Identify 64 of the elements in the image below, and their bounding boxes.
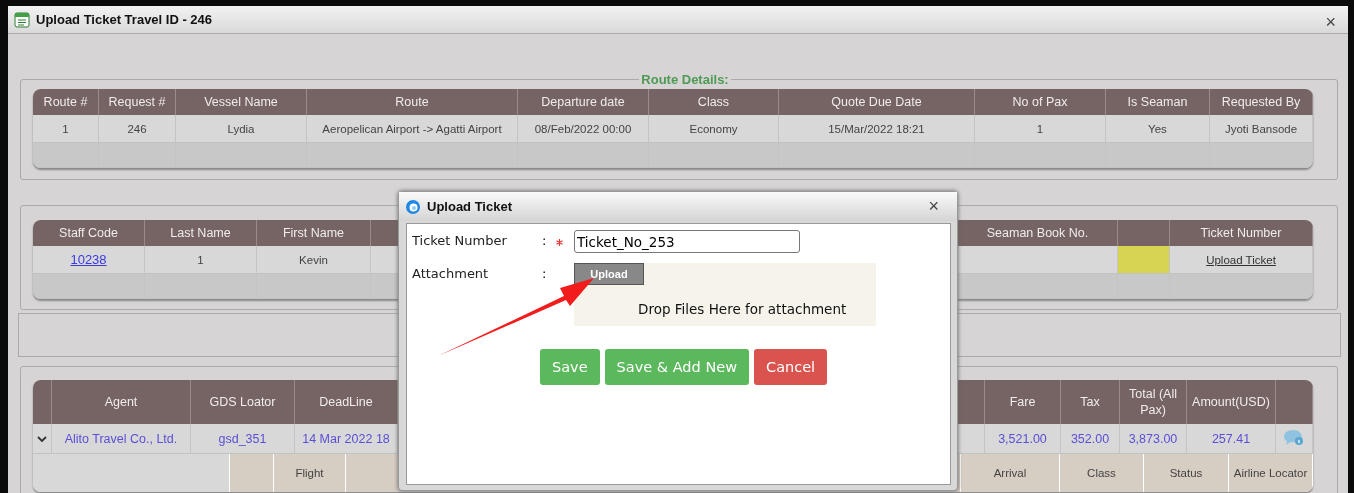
upload-button[interactable]: Upload bbox=[574, 263, 644, 285]
column-header: Vessel Name bbox=[176, 89, 307, 115]
column-header: Request # bbox=[99, 89, 176, 115]
staff-code-link[interactable]: 10238 bbox=[70, 252, 107, 267]
drop-hint: Drop Files Here for attachment bbox=[638, 301, 847, 317]
column-header: Ticket Number bbox=[1170, 220, 1313, 246]
column-header: Departure date bbox=[518, 89, 649, 115]
table-cell: Jyoti Bansode bbox=[1210, 115, 1313, 143]
close-button[interactable]: × bbox=[1319, 12, 1342, 33]
column-header: Fare bbox=[985, 380, 1061, 424]
column-header: Airline Locator bbox=[1229, 454, 1313, 492]
column-header: Tax bbox=[1061, 380, 1120, 424]
table-cell: Kevin bbox=[257, 246, 371, 274]
table-cell: Aeropelican Airport -> Agatti Airport bbox=[307, 115, 518, 143]
column-header: Staff Code bbox=[33, 220, 145, 246]
column-header: Route # bbox=[33, 89, 99, 115]
table-cell: gsd_351 bbox=[191, 424, 295, 454]
table-cell: 15/Mar/2022 18:21 bbox=[779, 115, 975, 143]
window-title: Upload Ticket Travel ID - 246 bbox=[36, 12, 214, 27]
table-cell: Yes bbox=[1106, 115, 1210, 143]
column-header: Route bbox=[307, 89, 518, 115]
column-header: No of Pax bbox=[975, 89, 1106, 115]
column-header: Total (All Pax) bbox=[1120, 380, 1187, 424]
column-header: Is Seaman bbox=[1106, 89, 1210, 115]
table-cell: 3,521.00 bbox=[985, 424, 1061, 454]
colon-text: : bbox=[542, 265, 548, 281]
cancel-button[interactable]: Cancel bbox=[754, 349, 828, 385]
column-header: Status bbox=[1144, 454, 1229, 492]
section-legend: Route Details: bbox=[639, 72, 731, 87]
table-cell: 08/Feb/2022 00:00 bbox=[518, 115, 649, 143]
column-header: Requested By bbox=[1210, 89, 1313, 115]
column-header: Flight bbox=[274, 454, 346, 492]
colon-text: : bbox=[542, 232, 548, 248]
column-header: DeadLine bbox=[295, 380, 398, 424]
table-cell: Alito Travel Co., Ltd. bbox=[52, 424, 191, 454]
table-cell: 1 bbox=[145, 246, 257, 274]
chevron-icon[interactable] bbox=[37, 434, 47, 443]
column-header: Quote Due Date bbox=[779, 89, 975, 115]
column-header: GDS Loator bbox=[191, 380, 295, 424]
table-cell: Economy bbox=[649, 115, 779, 143]
dialog-title: Upload Ticket bbox=[427, 199, 513, 214]
table-cell: 1 bbox=[975, 115, 1106, 143]
table-cell: 14 Mar 2022 18 bbox=[295, 424, 398, 454]
column-header: Amount(USD) bbox=[1187, 380, 1276, 424]
column-header: Class bbox=[1060, 454, 1144, 492]
table-cell: 246 bbox=[99, 115, 176, 143]
column-header: Arrival bbox=[961, 454, 1060, 492]
swirl-icon bbox=[405, 198, 421, 215]
table-cell: 1 bbox=[33, 115, 99, 143]
field-label: Ticket Number bbox=[412, 232, 508, 248]
close-button[interactable]: × bbox=[916, 196, 951, 217]
column-header: Last Name bbox=[145, 220, 257, 246]
field-label: Attachment bbox=[412, 265, 490, 281]
table-cell: 352.00 bbox=[1061, 424, 1120, 454]
column-header: Class bbox=[649, 89, 779, 115]
table-cell: 3,873.00 bbox=[1120, 424, 1187, 454]
table-cell: Lydia bbox=[176, 115, 307, 143]
column-header: Seaman Book No. bbox=[958, 220, 1118, 246]
document-icon bbox=[14, 11, 30, 28]
ticket-number-field[interactable]: Ticket_No_253 bbox=[574, 230, 800, 253]
drop-zone[interactable]: Upload Drop Files Here for attachment bbox=[574, 263, 876, 326]
column-header: First Name bbox=[257, 220, 371, 246]
column-header: Agent bbox=[52, 380, 191, 424]
table-cell: 257.41 bbox=[1187, 424, 1276, 454]
